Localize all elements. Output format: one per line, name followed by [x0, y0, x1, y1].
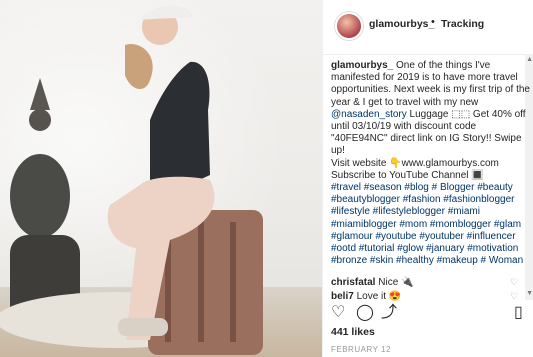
scroll-down-icon[interactable]: ▼	[526, 290, 533, 297]
bookmark-icon[interactable]: ▯	[514, 304, 532, 322]
avatar[interactable]	[335, 12, 363, 40]
caption-website: Visit website 👇www.glamourbys.com	[331, 157, 499, 169]
heart-icon[interactable]: ♡	[331, 304, 349, 322]
post-author-username[interactable]: glamourbys_	[369, 18, 434, 30]
header-separator: •	[431, 16, 435, 28]
comment-like-icon[interactable]: ♡	[510, 291, 518, 301]
comment-like-icon[interactable]: ♡	[510, 277, 518, 287]
comment-username[interactable]: chrisfatal	[331, 277, 375, 288]
caption-youtube: Subscribe to YouTube Channel 🔳	[331, 169, 484, 181]
caption-username[interactable]: glamourbys_	[331, 60, 393, 71]
caption-block: glamourbys_ One of the things I've manif…	[331, 60, 531, 267]
tracking-label[interactable]: Tracking	[441, 18, 484, 30]
comment-icon[interactable]: ◯	[356, 304, 374, 322]
caption-hashtags[interactable]: #travel #season #blog # Blogger #beauty …	[331, 182, 523, 266]
post-header: glamourbys_ • Tracking	[323, 0, 533, 55]
likes-count[interactable]: 441 likes	[331, 326, 375, 338]
post-actions: ♡ ◯ ⤴ ▯	[331, 304, 531, 324]
post-photo[interactable]	[0, 0, 322, 357]
comment-text: Nice 🔌	[378, 277, 414, 288]
share-icon[interactable]: ⤴	[381, 304, 399, 322]
comment-username[interactable]: beli7	[331, 291, 354, 302]
comment-text: Love it 😍	[356, 291, 402, 302]
comment-row: chrisfatal Nice 🔌	[331, 277, 413, 288]
photo-illustration	[0, 5, 263, 355]
instagram-post: glamourbys_ • Tracking ▲ ▼ glamourbys_ O…	[0, 0, 533, 357]
comment-row: beli7 Love it 😍	[331, 291, 401, 302]
post-side-panel: glamourbys_ • Tracking ▲ ▼ glamourbys_ O…	[322, 0, 533, 357]
post-date: FEBRUARY 12	[331, 345, 391, 354]
caption-mention[interactable]: @nasaden_story	[331, 109, 407, 120]
